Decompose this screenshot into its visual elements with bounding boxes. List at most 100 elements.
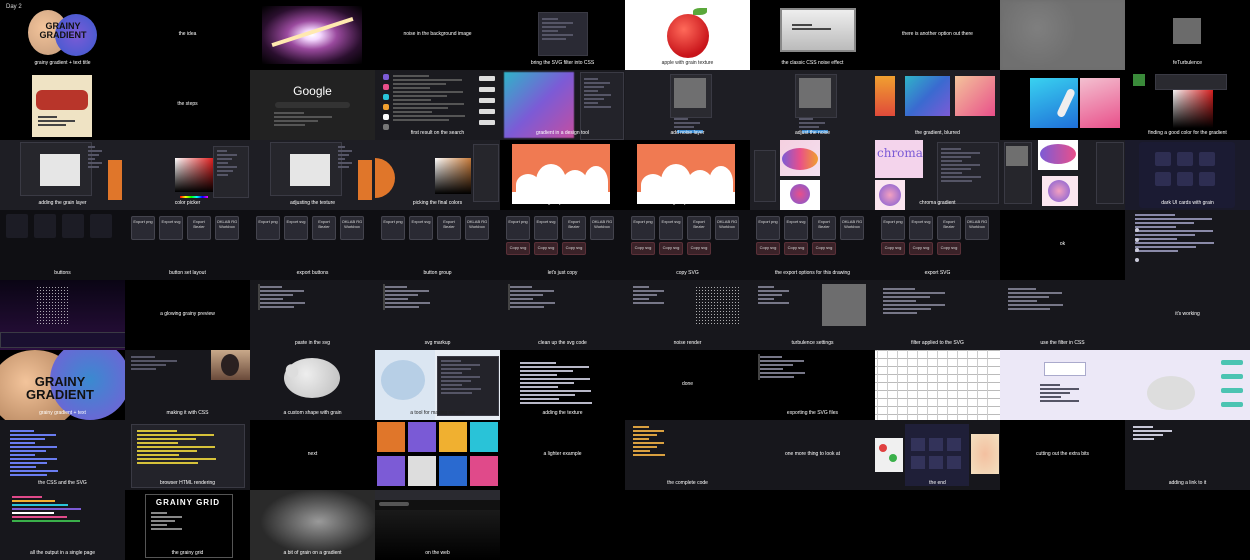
- icon-card[interactable]: [911, 438, 925, 451]
- export-button[interactable]: Export Bezier: [562, 216, 586, 240]
- slide-thumbnail[interactable]: adjust the noise: [750, 70, 875, 140]
- teal-button[interactable]: [1221, 360, 1243, 365]
- slide-thumbnail[interactable]: svg markup: [375, 280, 500, 350]
- slide-thumbnail[interactable]: picking the final colors: [375, 140, 500, 210]
- slide-thumbnail[interactable]: GRAINY GRID the grainy grid: [125, 490, 250, 560]
- slide-thumbnail[interactable]: the end: [875, 420, 1000, 490]
- slide-thumbnail[interactable]: apple with grain texture: [625, 0, 750, 70]
- export-button[interactable]: Export png: [881, 216, 905, 240]
- export-button[interactable]: Export svg: [534, 216, 558, 240]
- icon-card[interactable]: [1177, 172, 1193, 186]
- export-button[interactable]: Export png: [131, 216, 155, 240]
- search-bar[interactable]: [275, 102, 350, 108]
- slide-thumbnail[interactable]: adding the grain layer: [0, 140, 125, 210]
- export-button[interactable]: OKLAB RG Workbox: [465, 216, 489, 240]
- icon-card[interactable]: [947, 438, 961, 451]
- empty-button[interactable]: [62, 214, 84, 238]
- slide-thumbnail[interactable]: a lighter example: [500, 420, 625, 490]
- empty-button[interactable]: [6, 214, 28, 238]
- slide-thumbnail[interactable]: all the output in a single page: [0, 490, 125, 560]
- icon-card[interactable]: [929, 456, 943, 469]
- slide-thumbnail[interactable]: the complete code: [625, 420, 750, 490]
- slide-thumbnail[interactable]: [1000, 70, 1125, 140]
- get-button[interactable]: [479, 76, 495, 81]
- slide-thumbnail[interactable]: finding a good color for the gradient: [1125, 70, 1250, 140]
- slide-thumbnail[interactable]: browser HTML rendering: [125, 420, 250, 490]
- icon-card[interactable]: [929, 438, 943, 451]
- slide-thumbnail[interactable]: ok: [1000, 210, 1125, 280]
- export-button[interactable]: Export svg: [909, 216, 933, 240]
- teal-button[interactable]: [1221, 402, 1243, 407]
- export-button[interactable]: Export svg: [409, 216, 433, 240]
- empty-button[interactable]: [34, 214, 56, 238]
- slide-thumbnail[interactable]: [875, 350, 1000, 420]
- export-button[interactable]: OKLAB RG Workbox: [965, 216, 989, 240]
- copy-svg-button[interactable]: Copy svg: [881, 242, 905, 255]
- slide-thumbnail[interactable]: [1000, 350, 1125, 420]
- slide-thumbnail[interactable]: a bit of grain on a gradient: [250, 490, 375, 560]
- icon-card[interactable]: [1199, 152, 1215, 166]
- export-button[interactable]: OKLAB RG Workbox: [840, 216, 864, 240]
- slide-thumbnail[interactable]: the classic CSS noise effect: [750, 0, 875, 70]
- slide-thumbnail[interactable]: [750, 140, 875, 210]
- export-button[interactable]: OKLAB RG Workbox: [340, 216, 364, 240]
- slide-thumbnail[interactable]: Export png Export svg Export Bezier OKLAB R…: [250, 210, 375, 280]
- export-button[interactable]: Export svg: [284, 216, 308, 240]
- icon-card[interactable]: [1177, 152, 1193, 166]
- teal-button[interactable]: [1221, 374, 1243, 379]
- slide-thumbnail[interactable]: it's working: [1125, 280, 1250, 350]
- icon-card[interactable]: [1155, 172, 1171, 186]
- slide-thumbnail[interactable]: [1125, 350, 1250, 420]
- slide-thumbnail[interactable]: [1000, 0, 1125, 70]
- slide-thumbnail[interactable]: GRAINY GRADIENT grainy gradient + text: [0, 350, 125, 420]
- export-button[interactable]: Export svg: [159, 216, 183, 240]
- get-button[interactable]: [479, 87, 495, 92]
- copy-svg-button[interactable]: Copy svg: [631, 242, 655, 255]
- export-button[interactable]: Export png: [756, 216, 780, 240]
- slide-thumbnail[interactable]: gradient in a design tool: [500, 70, 625, 140]
- slide-thumbnail[interactable]: noise in the background image: [375, 0, 500, 70]
- get-button[interactable]: [479, 98, 495, 103]
- copy-svg-button[interactable]: Copy svg: [506, 242, 530, 255]
- slide-thumbnail[interactable]: [0, 280, 125, 350]
- empty-button[interactable]: [90, 214, 112, 238]
- copy-svg-button[interactable]: Copy svg: [659, 242, 683, 255]
- slide-thumbnail[interactable]: Export png Export svg Export Bezier OKLAB R…: [375, 210, 500, 280]
- copy-svg-button[interactable]: Copy svg: [687, 242, 711, 255]
- slide-thumbnail[interactable]: noise render: [625, 280, 750, 350]
- slide-thumbnail[interactable]: adding the texture: [500, 350, 625, 420]
- teal-button[interactable]: [1221, 388, 1243, 393]
- slide-thumbnail[interactable]: the steps: [125, 70, 250, 140]
- slide-thumbnail[interactable]: bring the SVG filter into CSS: [500, 0, 625, 70]
- icon-card[interactable]: [1155, 152, 1171, 166]
- slide-thumbnail[interactable]: on the web: [375, 490, 500, 560]
- slide-thumbnail[interactable]: adding a link to it: [1125, 420, 1250, 490]
- slide-thumbnail[interactable]: [375, 420, 500, 490]
- slide-thumbnail[interactable]: dark UI cards with grain: [1125, 140, 1250, 210]
- icon-card[interactable]: [947, 456, 961, 469]
- slide-thumbnail[interactable]: cutting out the extra bits: [1000, 420, 1125, 490]
- slide-thumbnail[interactable]: clean up the svg code: [500, 280, 625, 350]
- hue-slider[interactable]: [180, 196, 208, 198]
- slide-thumbnail[interactable]: GRAINY GRADIENT grainy gradient + text tit…: [0, 0, 125, 70]
- slide-thumbnail[interactable]: feTurbulence: [1125, 0, 1250, 70]
- copy-svg-button[interactable]: Copy svg: [756, 242, 780, 255]
- export-button[interactable]: Export png: [381, 216, 405, 240]
- slide-thumbnail[interactable]: first result on the search: [375, 70, 500, 140]
- export-button[interactable]: Export Bezier: [312, 216, 336, 240]
- slide-thumbnail[interactable]: turbulence settings: [750, 280, 875, 350]
- export-button[interactable]: Export svg: [784, 216, 808, 240]
- copy-svg-button[interactable]: Copy svg: [534, 242, 558, 255]
- slide-thumbnail[interactable]: use the filter in CSS: [1000, 280, 1125, 350]
- slide-thumbnail[interactable]: buttons: [0, 210, 125, 280]
- slide-thumbnail[interactable]: [1125, 210, 1250, 280]
- slide-thumbnail[interactable]: exporting the SVG files: [750, 350, 875, 420]
- slide-thumbnail[interactable]: color picker: [125, 140, 250, 210]
- slide-thumbnail[interactable]: next: [250, 420, 375, 490]
- export-button[interactable]: OKLAB RG Workbox: [590, 216, 614, 240]
- icon-card[interactable]: [1199, 172, 1215, 186]
- slide-thumbnail[interactable]: Export png Export svg Export Bezier OKLAB R…: [875, 210, 1000, 280]
- copy-svg-button[interactable]: Copy svg: [937, 242, 961, 255]
- export-button[interactable]: Export Bezier: [812, 216, 836, 240]
- slide-thumbnail[interactable]: Export png Export svg Export Bezier OKLAB R…: [125, 210, 250, 280]
